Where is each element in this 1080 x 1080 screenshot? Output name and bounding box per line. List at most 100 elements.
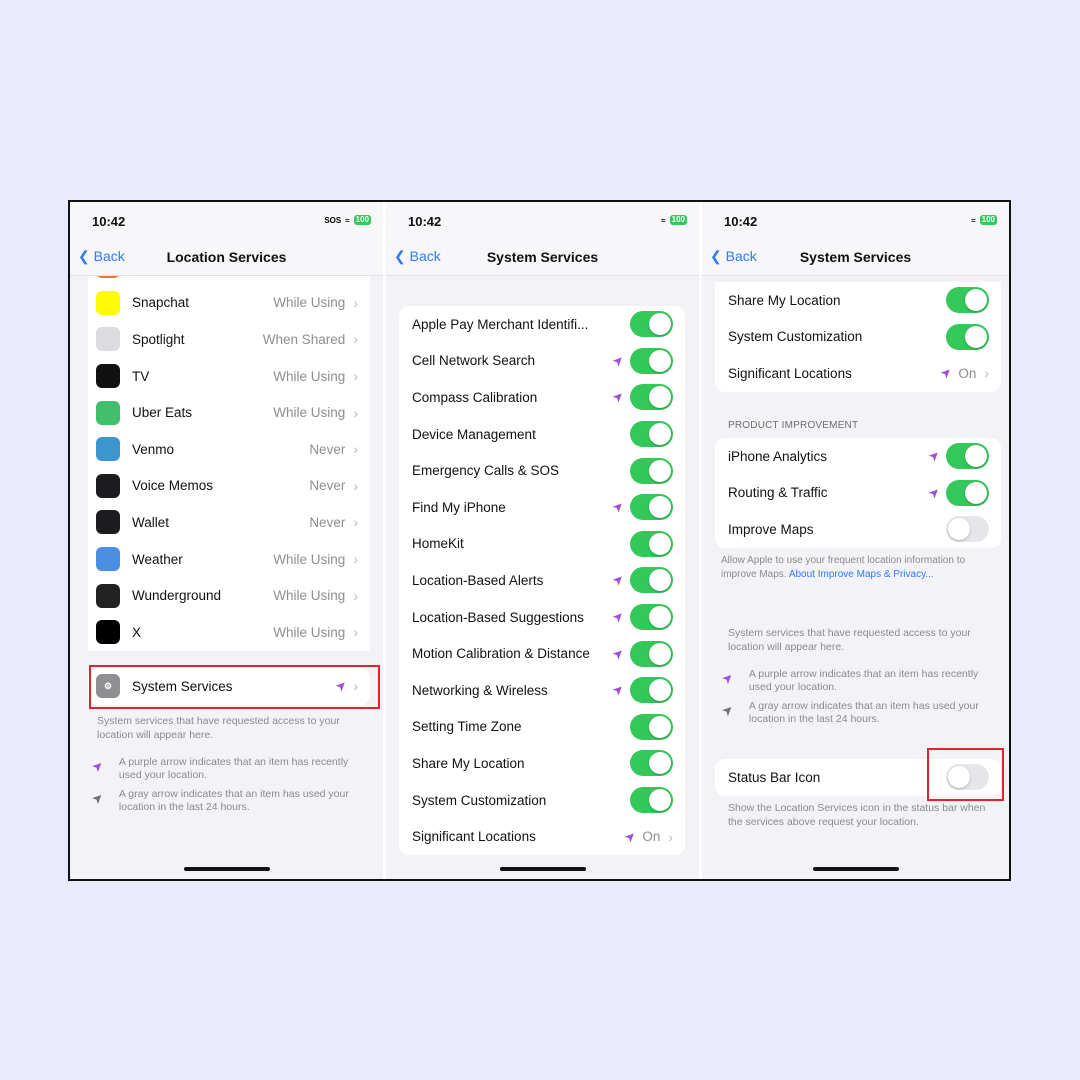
app-row[interactable]: Wallet Never › — [88, 504, 370, 541]
row-value: On — [958, 365, 977, 381]
row-label: Cell Network Search — [412, 353, 536, 369]
app-icon — [96, 620, 120, 645]
service-row: Routing & Traffic ➤ — [715, 475, 1001, 512]
service-row[interactable]: Significant Locations ➤ On › — [399, 818, 685, 855]
app-row[interactable]: X While Using › — [88, 614, 370, 651]
toggle-switch[interactable] — [946, 323, 989, 350]
toggle-switch[interactable] — [946, 516, 989, 543]
app-icon — [96, 364, 120, 389]
row-label: Weather — [132, 551, 183, 567]
toggle-switch[interactable] — [630, 347, 673, 374]
legend-text: A gray arrow indicates that an item has … — [748, 700, 979, 725]
toggle-switch[interactable] — [630, 494, 673, 521]
row-label: Status Bar Icon — [728, 769, 821, 785]
toggle-switch[interactable] — [630, 567, 673, 594]
toggle-switch[interactable] — [946, 479, 989, 506]
chevron-right-icon: › — [353, 368, 358, 385]
toggle-switch[interactable] — [630, 311, 673, 338]
service-row: HomeKit — [399, 526, 685, 563]
battery-icon: 100 — [979, 215, 997, 225]
toggle-switch[interactable] — [630, 787, 673, 814]
toggle-switch[interactable] — [946, 443, 989, 470]
app-row[interactable]: TV While Using › — [88, 358, 370, 395]
system-services-scrolled-screen: 10:42 ≈100 ❮ Back System Services Share … — [702, 202, 1009, 879]
service-row: Share My Location — [399, 745, 685, 782]
status-time: 10:42 — [408, 214, 442, 229]
status-icons: ≈100 — [661, 215, 687, 225]
row-label: Spotlight — [132, 331, 185, 347]
permission-value: Never — [309, 514, 346, 530]
service-row: Compass Calibration ➤ — [399, 379, 685, 416]
toggle-switch[interactable] — [630, 530, 673, 557]
status-icons: ≈100 — [971, 215, 997, 225]
legend-purple: ➤ A purple arrow indicates that an item h… — [718, 668, 996, 694]
row-value: On — [642, 829, 661, 845]
app-row[interactable]: Spotlight When Shared › — [88, 321, 370, 358]
location-arrow-icon: ➤ — [718, 668, 737, 688]
improve-footer: Allow Apple to use your frequent locatio… — [721, 554, 1001, 582]
legend-gray: ➤ A gray arrow indicates that an item has… — [718, 700, 996, 726]
app-row[interactable]: Voice Memos Never › — [88, 468, 370, 505]
app-icon — [96, 583, 120, 608]
row-label: X — [132, 624, 142, 640]
app-icon — [96, 473, 120, 498]
app-row[interactable]: Weather While Using › — [88, 541, 370, 578]
toggle-switch[interactable] — [630, 750, 673, 777]
improve-maps-privacy-link[interactable]: About Improve Maps & Privacy... — [789, 569, 934, 580]
home-indicator[interactable] — [183, 867, 270, 871]
row-label: Venmo — [132, 441, 175, 457]
footer-text: Show the Location Services icon in the s… — [728, 802, 986, 828]
wifi-icon: ≈ — [971, 215, 976, 225]
status-icons: SOS ≈100 — [324, 215, 371, 225]
toggle-switch[interactable] — [630, 604, 673, 631]
toggle-switch[interactable] — [630, 421, 673, 448]
legend-gray: ➤ A gray arrow indicates that an item has… — [88, 788, 366, 814]
legend-text: A purple arrow indicates that an item ha… — [748, 668, 979, 693]
service-row[interactable]: Significant Locations ➤ On › — [715, 355, 1001, 392]
service-row: Device Management — [399, 416, 685, 453]
home-indicator[interactable] — [812, 867, 899, 871]
location-arrow-gray-icon: ➤ — [718, 700, 737, 720]
toggle-switch[interactable] — [630, 457, 673, 484]
chevron-right-icon: › — [984, 365, 989, 382]
app-row[interactable]: Snapchat While Using › — [88, 285, 370, 322]
chevron-right-icon: › — [353, 551, 358, 568]
toggle-switch[interactable] — [630, 384, 673, 411]
screenshot-frame: 10:42 SOS ≈100 ❮ Back Location Services S… — [68, 200, 1011, 881]
permission-value: While Using — [273, 405, 346, 421]
home-indicator[interactable] — [499, 867, 586, 871]
permission-value: While Using — [273, 551, 346, 567]
service-row: Motion Calibration & Distance ➤ — [399, 635, 685, 672]
app-row[interactable]: Uber Eats While Using › — [88, 394, 370, 431]
row-label: Location-Based Alerts — [412, 572, 544, 588]
highlight-box — [89, 665, 380, 709]
chevron-right-icon: › — [353, 587, 358, 604]
nav-header: 10:42 ≈100 ❮ Back System Services — [386, 202, 699, 276]
row-label: Wunderground — [132, 588, 222, 604]
service-row: Setting Time Zone — [399, 709, 685, 746]
app-icon — [96, 327, 120, 352]
service-row: Improve Maps — [715, 511, 1001, 548]
service-row: Location-Based Alerts ➤ — [399, 562, 685, 599]
service-row: Share My Location — [715, 282, 1001, 319]
service-row: Location-Based Suggestions ➤ — [399, 599, 685, 636]
row-label: TV — [132, 368, 150, 384]
row-label: System Customization — [728, 329, 863, 345]
chevron-right-icon: › — [353, 294, 358, 311]
nav-header: 10:42 ≈100 ❮ Back System Services — [702, 202, 1009, 276]
toggle-switch[interactable] — [946, 287, 989, 314]
app-icon — [96, 400, 120, 425]
app-row[interactable]: Wunderground While Using › — [88, 577, 370, 614]
row-label: Emergency Calls & SOS — [412, 463, 560, 479]
toggle-switch[interactable] — [630, 713, 673, 740]
battery-icon: 100 — [669, 215, 687, 225]
service-row: System Customization — [399, 782, 685, 819]
wifi-icon: ≈ — [345, 215, 350, 225]
row-label: Share My Location — [728, 292, 841, 308]
row-label: HomeKit — [412, 536, 464, 552]
app-row[interactable]: Venmo Never › — [88, 431, 370, 468]
row-label: iPhone Analytics — [728, 448, 828, 464]
toggle-switch[interactable] — [630, 640, 673, 667]
toggle-switch[interactable] — [630, 677, 673, 704]
product-improvement-list: iPhone Analytics ➤ Routing & Traffic ➤ Impro… — [715, 438, 1001, 548]
